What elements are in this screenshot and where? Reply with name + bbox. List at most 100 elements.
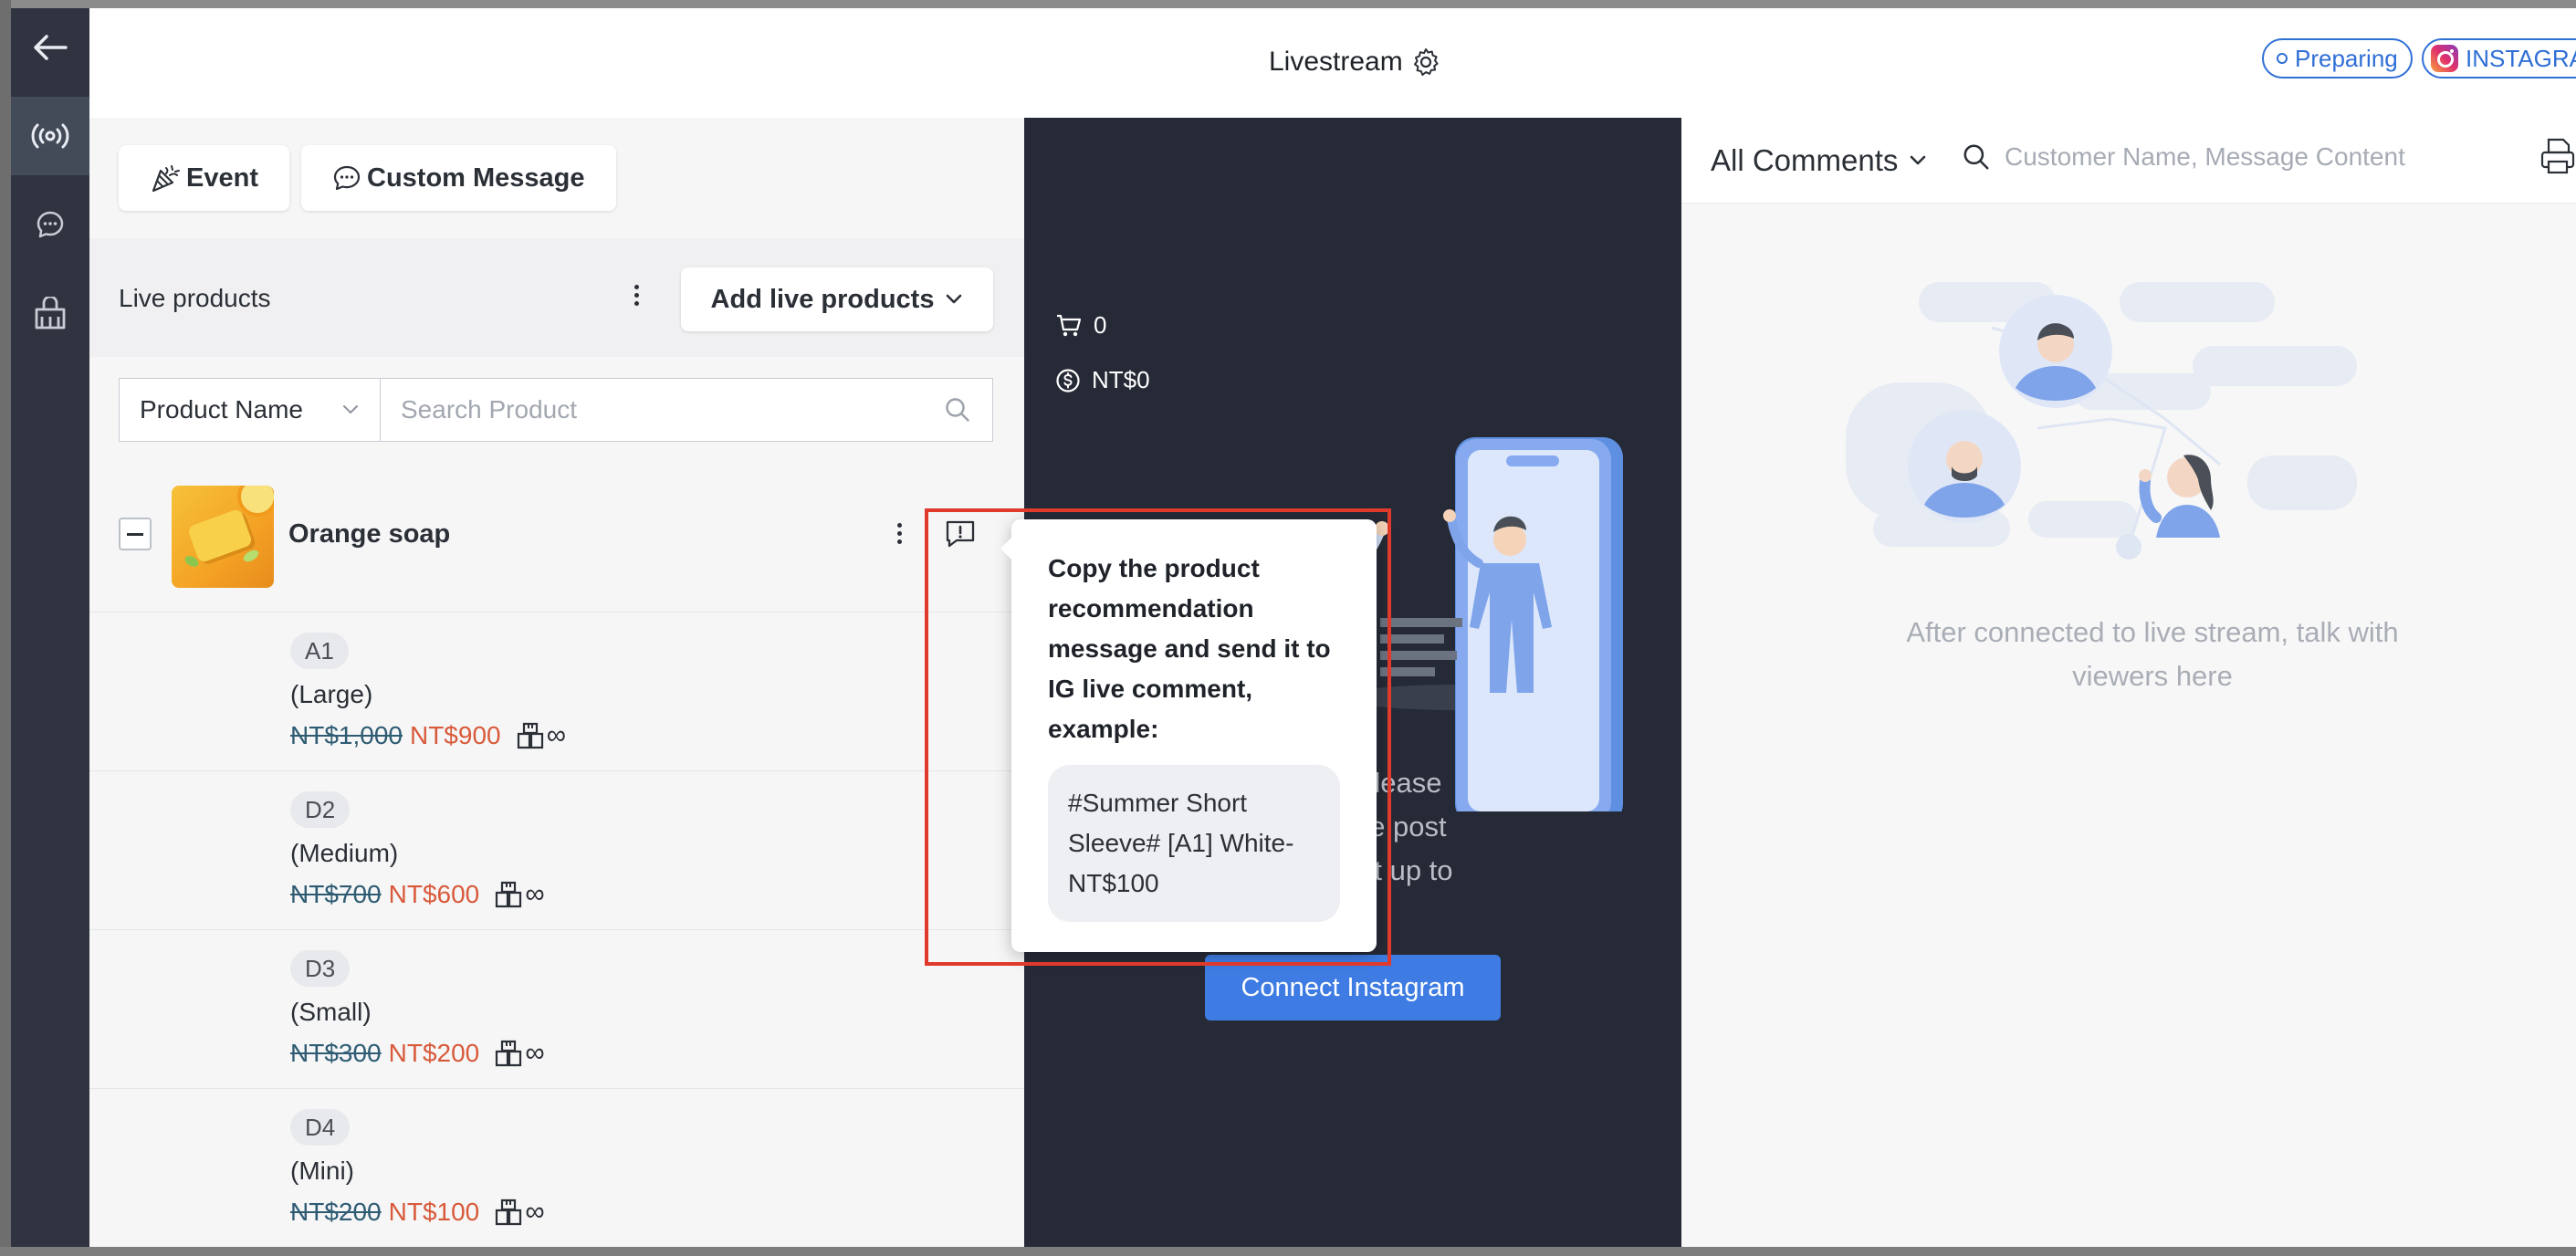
stock-value: ∞	[525, 879, 545, 909]
variant-code: D4	[290, 1109, 351, 1146]
variant-row: A1 (Large) NT$1,000 NT$900 ∞	[89, 612, 1024, 771]
variant-row: D3 (Small) NT$300 NT$200 ∞	[89, 930, 1024, 1089]
variant-size: (Medium)	[290, 839, 399, 867]
sale-price: NT$900	[409, 721, 501, 749]
stock-value: ∞	[525, 1197, 545, 1227]
window-frame-left	[0, 0, 11, 1256]
broadcast-icon	[31, 123, 69, 149]
product-search-box	[380, 378, 993, 442]
message-icon	[333, 165, 361, 191]
window-frame-bottom	[0, 1247, 2576, 1256]
printer-icon[interactable]	[2539, 136, 2576, 176]
side-nav	[11, 8, 89, 1247]
original-price: NT$200	[290, 1198, 382, 1226]
variant-code: D3	[290, 950, 351, 987]
chevron-down-icon	[343, 405, 358, 413]
stock-icon	[496, 1198, 522, 1226]
comment-search-box	[1961, 141, 2516, 173]
status-dot-icon	[2277, 53, 2288, 64]
product-search-row: Product Name	[119, 378, 993, 442]
variant-price: NT$700 NT$600 ∞	[290, 879, 545, 910]
chat-icon	[37, 211, 64, 238]
viewers-illustration	[1846, 282, 2357, 560]
sale-price: NT$600	[388, 880, 480, 908]
custom-message-button[interactable]: Custom Message	[301, 145, 616, 211]
collapse-toggle[interactable]	[119, 518, 152, 550]
stock: ∞	[516, 720, 566, 751]
comments-panel: All Comments Customer Name, Message Cont…	[1681, 118, 2576, 1247]
message-info-icon[interactable]	[944, 518, 977, 550]
variant-size: (Small)	[290, 998, 372, 1026]
back-arrow-icon	[34, 35, 68, 60]
variant-size: (Mini)	[290, 1157, 354, 1185]
product-search-input[interactable]	[401, 395, 943, 424]
comments-empty-text: After connected to live stream, talk wit…	[1906, 616, 2399, 692]
add-live-products-label: Add live products	[710, 284, 935, 314]
variant-size: (Large)	[290, 680, 373, 708]
original-price: NT$300	[290, 1039, 382, 1067]
stock: ∞	[494, 1038, 545, 1069]
header: Livestream Preparing INSTAGRAM	[89, 8, 2576, 118]
recommendation-tooltip: Copy the product recommendation message …	[1000, 519, 1377, 952]
platform-text: INSTAGRAM	[2466, 44, 2576, 72]
sale-price: NT$200	[388, 1039, 480, 1067]
nav-shop[interactable]	[11, 274, 89, 352]
nav-livestream[interactable]	[11, 97, 89, 175]
search-icon[interactable]	[1961, 141, 1992, 173]
stock-icon	[496, 1040, 522, 1067]
back-button[interactable]	[11, 8, 89, 87]
variant-price: NT$300 NT$200 ∞	[290, 1038, 545, 1069]
live-products-header: Live products Add live products	[89, 238, 1024, 357]
original-price: NT$700	[290, 880, 382, 908]
stock-value: ∞	[525, 1038, 545, 1068]
search-field-selected: Product Name	[140, 395, 303, 424]
variant-price: NT$1,000 NT$900 ∞	[290, 720, 566, 751]
comments-filter-label: All Comments	[1711, 143, 1899, 177]
status-text: Preparing	[2295, 44, 2398, 72]
nav-comments[interactable]	[11, 185, 89, 264]
live-products-menu-icon[interactable]	[634, 285, 639, 306]
comment-search-input[interactable]	[2005, 142, 2516, 172]
connect-instagram-button[interactable]: Connect Instagram	[1205, 955, 1501, 1020]
cart-count: 0	[1094, 311, 1107, 339]
cart-icon	[1057, 314, 1082, 336]
event-button[interactable]: Event	[119, 145, 289, 211]
tooltip-text: Copy the product recommendation message …	[1048, 554, 1331, 743]
stock: ∞	[494, 879, 545, 910]
comments-toolbar: All Comments	[1681, 118, 2576, 204]
product-name: Orange soap	[288, 519, 451, 549]
live-products-panel: Event Custom Message Live products Add l…	[89, 118, 1024, 1248]
variant-row: D4 (Mini) NT$200 NT$100 ∞	[89, 1089, 1024, 1248]
tooltip-example: #Summer Short Sleeve# [A1] White-NT$100	[1048, 765, 1340, 922]
gear-icon[interactable]	[1410, 47, 1441, 78]
stock-icon	[517, 722, 543, 749]
comments-filter-dropdown[interactable]: All Comments	[1711, 143, 1927, 178]
stock: ∞	[494, 1197, 545, 1228]
variant-code: D2	[290, 791, 351, 828]
sale-price: NT$100	[388, 1198, 480, 1226]
shop-icon	[35, 297, 66, 330]
page-title: Livestream	[1269, 47, 1441, 78]
product-menu-icon[interactable]	[897, 523, 902, 544]
event-button-label: Event	[186, 162, 258, 193]
live-products-title: Live products	[119, 284, 271, 312]
party-popper-icon	[152, 165, 180, 193]
instagram-icon	[2431, 45, 2458, 72]
custom-message-label: Custom Message	[367, 162, 585, 193]
add-live-products-button[interactable]: Add live products	[681, 267, 993, 331]
platform-badge: INSTAGRAM	[2422, 38, 2576, 78]
stock-value: ∞	[546, 720, 566, 750]
variant-code: A1	[290, 633, 349, 669]
stock-icon	[496, 881, 522, 908]
variant-row: D2 (Medium) NT$700 NT$600 ∞	[89, 771, 1024, 930]
cart-stat: 0	[1055, 311, 1106, 340]
variant-price: NT$200 NT$100 ∞	[290, 1197, 545, 1228]
chevron-down-icon	[947, 294, 962, 304]
chevron-down-icon	[1911, 155, 1926, 165]
product-row: Orange soap	[89, 474, 1024, 612]
search-field-select[interactable]: Product Name	[119, 378, 380, 442]
status-badge: Preparing	[2262, 38, 2413, 78]
product-thumbnail	[172, 486, 274, 588]
search-icon[interactable]	[943, 395, 972, 424]
dollar-icon	[1056, 368, 1080, 392]
